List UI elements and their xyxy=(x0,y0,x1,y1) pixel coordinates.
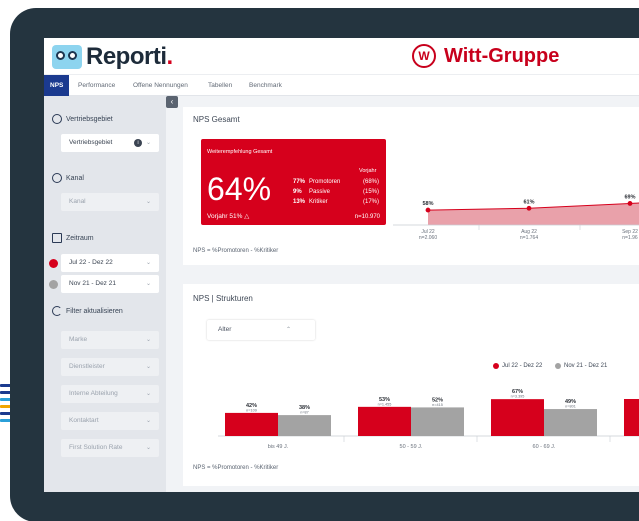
trend-n-label: n=1.764 xyxy=(520,235,538,241)
filter-marke[interactable]: Marke ⌄ xyxy=(61,331,159,349)
refresh-icon xyxy=(52,306,62,316)
globe-icon xyxy=(52,173,62,183)
sidebar-collapse-button[interactable]: ‹ xyxy=(166,96,178,108)
trend-n-label: n=1.96 xyxy=(622,235,638,241)
bar xyxy=(491,399,544,436)
prev-year-score: Vorjahr 51% △ xyxy=(207,213,250,220)
period-current-select[interactable]: Jul 22 - Dez 22 ⌄ xyxy=(61,254,159,272)
chevron-down-icon: ⌄ xyxy=(145,281,151,287)
vertriebsgebiet-heading: Vertriebsgebiet xyxy=(52,114,113,124)
bar xyxy=(278,415,331,436)
kpi-title: Weiterempfehlung Gesamt xyxy=(207,149,273,155)
legend-previous: Nov 21 - Dez 21 xyxy=(555,363,607,369)
vertriebsgebiet-select[interactable]: Vertriebsgebiet i ⌄ xyxy=(61,134,159,152)
info-icon[interactable]: i xyxy=(134,139,142,147)
bar-category-label: bis 49 J. xyxy=(268,444,289,450)
vorjahr-header: Vorjahr xyxy=(359,168,377,174)
bar xyxy=(544,409,597,436)
card-title: NPS Gesamt xyxy=(193,115,240,124)
trend-value-label: 69% xyxy=(624,194,635,200)
bar-partial xyxy=(624,399,639,436)
nps-gesamt-card: NPS Gesamt Weiterempfehlung Gesamt 64% V… xyxy=(183,107,639,265)
filter-dienstleister[interactable]: Dienstleister ⌄ xyxy=(61,358,159,376)
age-structure-chart: 42%n=109 38%n=87bis 49 J.53%n=1.45552%n=4… xyxy=(218,389,639,450)
chevron-down-icon: ⌄ xyxy=(145,364,151,370)
bar xyxy=(358,406,411,436)
nps-score: 64% xyxy=(207,171,272,207)
trend-n-label: n=2.060 xyxy=(419,235,437,241)
logo-text: Reporti. xyxy=(86,43,173,70)
chevron-up-icon: ⌃ xyxy=(286,327,292,333)
promo-stage: Reporti. W Witt-Gruppe NPS Performance O… xyxy=(0,0,639,521)
tab-performance[interactable]: Performance xyxy=(78,75,115,96)
bar-n-label: n=1.455 xyxy=(378,402,392,406)
bar-n-label: n=3.395 xyxy=(511,395,525,399)
main-nav: NPS Performance Offene Nennungen Tabelle… xyxy=(44,74,639,96)
sample-size: n=10.970 xyxy=(354,214,380,220)
bar-n-label: n=87 xyxy=(300,411,309,415)
tab-offene-nennungen[interactable]: Offene Nennungen xyxy=(133,75,188,96)
nps-strukturen-card: NPS | Strukturen Alter ⌃ Jul 22 - Dez 22… xyxy=(183,284,639,486)
brand-name: Witt-Gruppe xyxy=(444,44,560,67)
period-previous-select[interactable]: Nov 21 - Dez 21 ⌄ xyxy=(61,275,159,293)
filter-kontaktart[interactable]: Kontaktart ⌄ xyxy=(61,412,159,430)
witt-w-icon: W xyxy=(412,44,436,68)
bar-category-label: 60 - 69 J. xyxy=(533,444,556,450)
chevron-down-icon: ⌄ xyxy=(145,391,151,397)
trend-value-label: 61% xyxy=(523,199,534,205)
filter-sidebar: Vertriebsgebiet Vertriebsgebiet i ⌄ Kana… xyxy=(44,96,166,492)
chevron-down-icon: ⌄ xyxy=(145,418,151,424)
app-header: Reporti. W Witt-Gruppe xyxy=(44,38,639,74)
strukturen-footnote: NPS = %Promotoren - %Kritiker xyxy=(193,465,279,471)
filter-interne-abteilung[interactable]: Interne Abteilung ⌄ xyxy=(61,385,159,403)
chevron-down-icon: ⌄ xyxy=(145,260,151,266)
app-screen: Reporti. W Witt-Gruppe NPS Performance O… xyxy=(44,38,639,492)
trend-point xyxy=(526,205,532,211)
bar xyxy=(411,407,464,436)
bar-category-label: 50 - 59 J. xyxy=(400,444,423,450)
trend-area xyxy=(428,203,639,225)
trend-point xyxy=(425,207,431,213)
legend-swatch xyxy=(493,363,499,369)
filter-first-solution-rate[interactable]: First Solution Rate ⌄ xyxy=(61,439,159,457)
legend-swatch xyxy=(555,363,561,369)
nps-trend-chart: 58%Jul 22n=2.06061%Aug 22n=1.76469%Sep 2… xyxy=(393,194,639,241)
trend-value-label: 58% xyxy=(422,201,433,207)
period-previous-dot xyxy=(49,280,58,289)
chevron-down-icon: ⌄ xyxy=(145,140,151,146)
nps-kpi-tile: Weiterempfehlung Gesamt 64% Vorjahr 77% P… xyxy=(201,139,386,225)
trend-point xyxy=(627,201,633,206)
witt-gruppe-logo: W Witt-Gruppe xyxy=(412,44,559,68)
tab-benchmark[interactable]: Benchmark xyxy=(249,75,282,96)
chevron-down-icon: ⌄ xyxy=(145,199,151,205)
kanal-heading: Kanal xyxy=(52,173,84,183)
owl-icon xyxy=(52,45,82,69)
tab-nps[interactable]: NPS xyxy=(44,75,70,96)
filter-refresh-button[interactable]: Filter aktualisieren xyxy=(52,306,123,316)
reporti-logo[interactable]: Reporti. xyxy=(52,43,173,71)
bar-n-label: n=109 xyxy=(246,408,257,412)
zeitraum-heading: Zeitraum xyxy=(52,233,94,243)
bar-n-label: n=415 xyxy=(432,403,443,407)
kanal-select[interactable]: Kanal ⌄ xyxy=(61,193,159,211)
bar xyxy=(225,412,278,436)
nps-footnote: NPS = %Promotoren - %Kritiker xyxy=(193,248,279,254)
chevron-down-icon: ⌄ xyxy=(145,445,151,451)
period-current-dot xyxy=(49,259,58,268)
globe-icon xyxy=(52,114,62,124)
tab-tabellen[interactable]: Tabellen xyxy=(208,75,232,96)
calendar-icon xyxy=(52,233,62,243)
card-title: NPS | Strukturen xyxy=(193,294,253,303)
alter-select[interactable]: Alter ⌃ xyxy=(207,320,315,340)
legend-current: Jul 22 - Dez 22 xyxy=(493,363,542,369)
chevron-down-icon: ⌄ xyxy=(145,337,151,343)
bar-n-label: n=801 xyxy=(565,405,576,409)
